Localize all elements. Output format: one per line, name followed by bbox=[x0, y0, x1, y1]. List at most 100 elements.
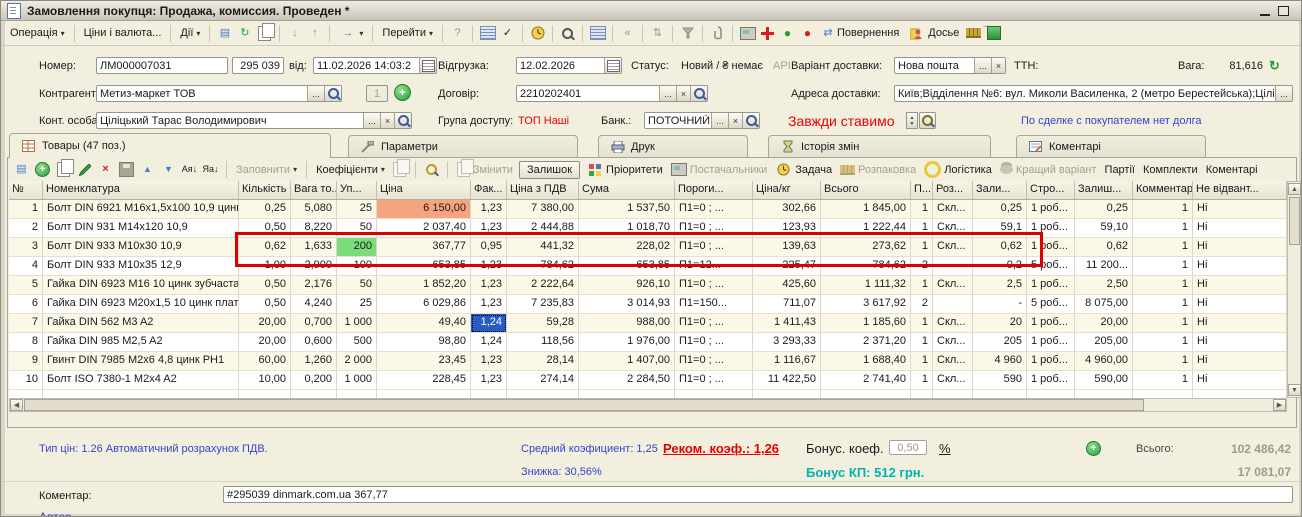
tab-history[interactable]: Історія змін bbox=[768, 135, 991, 157]
date-input[interactable]: 11.02.2026 14:03:2 bbox=[313, 57, 437, 74]
table-cell[interactable]: 2 bbox=[9, 219, 43, 238]
contact-person-input[interactable]: Ціліцький Тарас Володимирович...× bbox=[96, 112, 412, 129]
table-cell[interactable]: 1 bbox=[911, 352, 933, 371]
table-cell[interactable]: 25 bbox=[337, 295, 377, 314]
table-cell[interactable]: 1 116,67 bbox=[753, 352, 821, 371]
dossier-button[interactable]: Досье bbox=[905, 23, 962, 44]
table-cell[interactable]: 1 bbox=[9, 200, 43, 219]
tab-parameters[interactable]: Параметри bbox=[348, 135, 578, 157]
column-header[interactable]: Сума bbox=[579, 181, 675, 199]
table-cell[interactable]: П1=150... bbox=[675, 295, 753, 314]
filter-icon[interactable] bbox=[679, 25, 696, 42]
sort-icon[interactable]: ⇅ bbox=[649, 25, 666, 42]
table-cell[interactable]: 1 bbox=[1133, 257, 1193, 276]
table-cell[interactable]: П1=0 ; ... bbox=[675, 314, 753, 333]
table-cell[interactable]: Гвинт DIN 7985 M2x6 4,8 цинк PH1 bbox=[43, 352, 239, 371]
table-cell[interactable]: 2 284,50 bbox=[579, 371, 675, 390]
red-status-icon[interactable]: ● bbox=[799, 25, 816, 42]
table-cell[interactable]: Скл... bbox=[933, 276, 973, 295]
table-cell[interactable] bbox=[43, 390, 239, 398]
restore-button[interactable] bbox=[1278, 6, 1289, 16]
table-cell[interactable]: 1 роб... bbox=[1027, 200, 1075, 219]
column-header[interactable]: Стро... bbox=[1027, 181, 1075, 199]
table-cell[interactable] bbox=[911, 390, 933, 398]
table-cell[interactable]: 1 185,60 bbox=[821, 314, 911, 333]
table-cell[interactable]: Ні bbox=[1193, 276, 1287, 295]
vertical-scrollbar[interactable]: ▲ ▼ bbox=[1287, 181, 1301, 398]
table-cell[interactable]: 20,00 bbox=[239, 314, 291, 333]
search-icon[interactable] bbox=[394, 113, 411, 128]
move-icon[interactable] bbox=[759, 25, 776, 42]
table-cell[interactable]: Болт DIN 6921 M16x1,5x100 10,9 цинк плат… bbox=[43, 200, 239, 219]
bank-input[interactable]: ПОТОЧНИЙ /...× bbox=[644, 112, 760, 129]
table-cell[interactable] bbox=[821, 390, 911, 398]
table-cell[interactable]: 6 bbox=[9, 295, 43, 314]
column-header[interactable]: Пороги... bbox=[675, 181, 753, 199]
table-cell[interactable] bbox=[753, 390, 821, 398]
table-cell[interactable]: 60,00 bbox=[239, 352, 291, 371]
table-cell[interactable] bbox=[933, 295, 973, 314]
table-cell[interactable]: 425,60 bbox=[753, 276, 821, 295]
sort-asc-icon[interactable]: Ая↓ bbox=[181, 161, 198, 178]
calendar-icon[interactable] bbox=[604, 58, 621, 73]
table-cell[interactable]: 1 000 bbox=[337, 314, 377, 333]
column-header[interactable]: Зали... bbox=[973, 181, 1027, 199]
table-cell[interactable]: 500 bbox=[337, 333, 377, 352]
table-cell[interactable]: 1 bbox=[911, 314, 933, 333]
logistics-button[interactable]: Логістика bbox=[922, 160, 994, 179]
table-cell[interactable]: 59,28 bbox=[507, 314, 579, 333]
table-cell[interactable]: П1=0 ; ... bbox=[675, 352, 753, 371]
prices-currency-button[interactable]: Ціни і валюта... bbox=[81, 25, 165, 41]
clock-icon[interactable] bbox=[529, 25, 546, 42]
add-contractor-button[interactable]: + bbox=[394, 84, 411, 101]
table-cell[interactable] bbox=[291, 390, 337, 398]
table-cell[interactable]: Болт DIN 931 M14x120 10,9 bbox=[43, 219, 239, 238]
preview-icon[interactable] bbox=[559, 25, 576, 42]
list-settings-icon[interactable] bbox=[589, 25, 606, 42]
table-cell[interactable]: 0,25 bbox=[239, 200, 291, 219]
table-cell[interactable]: 2 000 bbox=[337, 352, 377, 371]
column-header[interactable]: Вага то... bbox=[291, 181, 337, 199]
table-cell[interactable] bbox=[507, 390, 579, 398]
table-cell[interactable]: 1 bbox=[1133, 371, 1193, 390]
table-cell[interactable]: 1 роб... bbox=[1027, 352, 1075, 371]
table-cell[interactable]: 5,080 bbox=[291, 200, 337, 219]
ellipsis-button[interactable]: ... bbox=[659, 86, 676, 101]
collapse-icon[interactable]: « bbox=[619, 25, 636, 42]
search-icon[interactable] bbox=[690, 86, 707, 101]
table-cell[interactable]: 205,00 bbox=[1075, 333, 1133, 352]
horizontal-scroll-thumb[interactable] bbox=[24, 399, 1144, 411]
table-cell[interactable]: Гайка DIN 562 M3 A2 bbox=[43, 314, 239, 333]
table-cell[interactable]: Ні bbox=[1193, 314, 1287, 333]
table-cell[interactable]: 1 роб... bbox=[1027, 333, 1075, 352]
percent-link[interactable]: % bbox=[939, 441, 951, 456]
table-cell[interactable]: 274,14 bbox=[507, 371, 579, 390]
apply-coef-icon[interactable] bbox=[391, 161, 408, 178]
unpack-button[interactable]: Розпаковка bbox=[838, 163, 918, 177]
ellipsis-button[interactable]: ... bbox=[974, 58, 991, 73]
move-down-icon[interactable]: ▼ bbox=[160, 161, 177, 178]
table-cell[interactable] bbox=[471, 390, 507, 398]
column-header[interactable]: Не відвант... bbox=[1193, 181, 1287, 199]
table-cell[interactable] bbox=[1027, 390, 1075, 398]
table-cell[interactable]: Ні bbox=[1193, 257, 1287, 276]
table-cell[interactable]: П1=0 ; ... bbox=[675, 200, 753, 219]
table-cell[interactable]: 8 bbox=[9, 333, 43, 352]
table-cell[interactable]: 50 bbox=[337, 276, 377, 295]
table-cell[interactable]: 118,56 bbox=[507, 333, 579, 352]
recommended-coef-link[interactable]: Реком. коэф.: 1,26 bbox=[663, 441, 779, 456]
column-header[interactable]: Всього bbox=[821, 181, 911, 199]
table-cell[interactable]: 1,23 bbox=[471, 276, 507, 295]
suppliers-button[interactable]: Постачальники bbox=[669, 162, 770, 177]
table-cell[interactable]: Скл... bbox=[933, 352, 973, 371]
column-header[interactable]: № bbox=[9, 181, 43, 199]
add-icon[interactable]: + bbox=[34, 161, 51, 178]
table-cell[interactable]: 0,62 bbox=[1075, 238, 1133, 257]
add-row-icon[interactable]: ▤ bbox=[13, 161, 30, 178]
save-close-icon[interactable]: ▤ bbox=[216, 25, 233, 42]
clear-icon[interactable]: × bbox=[676, 86, 690, 101]
table-cell[interactable]: 20,00 bbox=[1075, 314, 1133, 333]
table-cell[interactable]: 0,25 bbox=[973, 200, 1027, 219]
vertical-scroll-thumb[interactable] bbox=[1289, 197, 1300, 245]
column-header[interactable]: Залиш... bbox=[1075, 181, 1133, 199]
